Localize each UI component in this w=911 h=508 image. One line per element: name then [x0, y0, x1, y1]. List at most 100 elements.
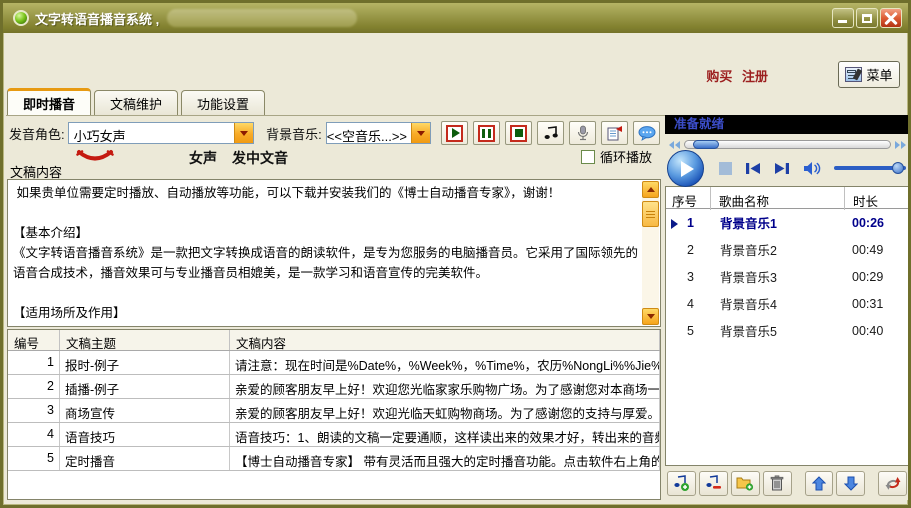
trash-icon: [770, 475, 784, 491]
scroll-up-button[interactable]: [642, 181, 659, 198]
add-song-button[interactable]: [667, 471, 696, 496]
playlist-body: 1 背景音乐1 00:26 2 背景音乐2 00:49 3 背景音乐3 00:2…: [666, 209, 909, 344]
scrollbar-thumb[interactable]: [642, 201, 659, 227]
col-header-number[interactable]: 编号: [8, 330, 60, 350]
player-stop-button[interactable]: [719, 162, 732, 175]
loop-checkbox[interactable]: [581, 150, 595, 164]
playlist: 序号 歌曲名称 时长 1 背景音乐1 00:26 2 背景音乐2 00:49: [665, 186, 910, 466]
register-link[interactable]: 注册: [742, 69, 768, 84]
song-name: 背景音乐3: [710, 267, 844, 286]
loop-playback-option[interactable]: 循环播放: [581, 147, 652, 166]
textarea-scrollbar[interactable]: [642, 181, 659, 325]
mute-button[interactable]: [803, 161, 822, 176]
col-header-index[interactable]: 序号: [666, 187, 710, 210]
row-topic: 商场宣传: [60, 399, 230, 422]
insert-doc-button[interactable]: [601, 121, 628, 145]
scroll-down-button[interactable]: [642, 308, 659, 325]
arrow-up-icon: [647, 187, 655, 192]
play-button[interactable]: [441, 121, 468, 145]
row-topic: 定时播音: [60, 447, 230, 470]
song-duration: 00:29: [844, 270, 909, 284]
transport-row: [667, 150, 906, 186]
move-down-button[interactable]: [836, 471, 865, 496]
fast-forward-icon[interactable]: [895, 141, 906, 149]
row-topic: 语音技巧: [60, 423, 230, 446]
voice-dropdown-button[interactable]: [234, 123, 253, 143]
song-name: 背景音乐1: [710, 213, 844, 232]
add-music-icon: [673, 475, 690, 492]
export-audio-button[interactable]: [537, 121, 564, 145]
col-header-topic[interactable]: 文稿主题: [60, 330, 230, 350]
document-textarea[interactable]: 如果贵单位需要定时播放、自动播放等功能，可以下载并安装我们的《博士自动播音专家》…: [7, 179, 661, 327]
table-row[interactable]: 5 定时播音 【博士自动播音专家】 带有灵活而且强大的定时播音功能。点击软件右上…: [8, 447, 660, 471]
playlist-item[interactable]: 2 背景音乐2 00:49: [666, 236, 909, 263]
window-controls: [832, 8, 902, 28]
folder-add-icon: [736, 475, 754, 491]
next-track-button[interactable]: [774, 162, 790, 175]
close-button[interactable]: [880, 8, 902, 28]
rewind-icon[interactable]: [669, 141, 680, 149]
clear-list-button[interactable]: [763, 471, 792, 496]
add-folder-button[interactable]: [731, 471, 760, 496]
song-index: 4: [666, 297, 710, 311]
volume-slider[interactable]: [834, 166, 906, 170]
playlist-toolbar: [665, 466, 910, 500]
table-row[interactable]: 2 插播-例子 亲爱的顾客朋友早上好！欢迎您光临家家乐购物广场。为了感谢您对本商…: [8, 375, 660, 399]
bg-music-select[interactable]: <<空音乐...>>: [326, 122, 431, 144]
remove-song-button[interactable]: [699, 471, 728, 496]
row-topic: 报时-例子: [60, 351, 230, 374]
bg-music-value: <<空音乐...>>: [327, 123, 411, 143]
col-header-content[interactable]: 文稿内容: [230, 330, 660, 350]
smile-icon: [76, 149, 114, 163]
stop-icon: [510, 125, 527, 142]
close-icon: [881, 9, 901, 27]
player-controls: [665, 134, 910, 186]
previous-track-button[interactable]: [745, 162, 761, 175]
table-row[interactable]: 1 报时-例子 请注意：现在时间是%Date%，%Week%，%Time%，农历…: [8, 351, 660, 375]
playlist-item[interactable]: 3 背景音乐3 00:29: [666, 263, 909, 290]
player-play-button[interactable]: [667, 150, 704, 187]
notepad-pencil-icon: [845, 67, 862, 82]
tab-instant-broadcast[interactable]: 即时播音: [7, 88, 91, 115]
buy-link[interactable]: 购买: [706, 69, 732, 84]
loop-mode-button[interactable]: [878, 471, 907, 496]
music-dropdown-button[interactable]: [411, 123, 430, 143]
stop-button[interactable]: [505, 121, 532, 145]
row-number: 5: [8, 447, 60, 470]
tab-function-settings[interactable]: 功能设置: [181, 90, 265, 115]
playlist-header: 序号 歌曲名称 时长: [666, 187, 909, 209]
next-icon: [774, 162, 790, 175]
minimize-button[interactable]: [832, 8, 854, 28]
seek-thumb[interactable]: [693, 140, 719, 149]
row-number: 4: [8, 423, 60, 446]
table-row[interactable]: 4 语音技巧 语音技巧：1、朗读的文稿一定要通顺，这样读出来的效果才好，转出来的…: [8, 423, 660, 447]
voice-role-select[interactable]: 小巧女声: [68, 122, 255, 144]
playlist-item[interactable]: 4 背景音乐4 00:31: [666, 290, 909, 317]
maximize-button[interactable]: [856, 8, 878, 28]
table-row[interactable]: 3 商场宣传 亲爱的顾客朋友早上好！欢迎光临天虹购物商场。为了感谢您的支持与厚爱…: [8, 399, 660, 423]
col-header-duration[interactable]: 时长: [844, 187, 909, 210]
volume-thumb[interactable]: [892, 162, 904, 174]
song-name: 背景音乐4: [710, 294, 844, 313]
menu-button[interactable]: 菜单: [838, 61, 900, 88]
document-table-body: 1 报时-例子 请注意：现在时间是%Date%，%Week%，%Time%，农历…: [8, 351, 660, 471]
row-content: 亲爱的顾客朋友早上好！欢迎光临天虹购物商场。为了感谢您的支持与厚爱。我: [230, 399, 660, 422]
move-up-button[interactable]: [805, 471, 834, 496]
document-text[interactable]: 如果贵单位需要定时播放、自动播放等功能，可以下载并安装我们的《博士自动播音专家》…: [13, 183, 639, 324]
record-button[interactable]: [569, 121, 596, 145]
app-window: 文字转语音播音系统 , 购买 注册 菜单 即时播音 文稿维护 功能设置 发音角色…: [0, 0, 911, 508]
voice-gender-label: 女声: [189, 148, 217, 168]
menu-button-label: 菜单: [866, 65, 892, 84]
playlist-item[interactable]: 1 背景音乐1 00:26: [666, 209, 909, 236]
playlist-item[interactable]: 5 背景音乐5 00:40: [666, 317, 909, 344]
seek-slider[interactable]: [684, 140, 891, 149]
document-table-header: 编号 文稿主题 文稿内容: [8, 330, 660, 351]
speech-button[interactable]: [633, 121, 660, 145]
broadcast-toolbar: [441, 121, 660, 145]
pause-button[interactable]: [473, 121, 500, 145]
playing-marker-icon: [671, 219, 678, 229]
app-icon: [13, 10, 29, 26]
col-header-song-name[interactable]: 歌曲名称: [710, 187, 844, 210]
tab-document-maintenance[interactable]: 文稿维护: [94, 90, 178, 115]
window-title: 文字转语音播音系统 ,: [35, 9, 159, 28]
